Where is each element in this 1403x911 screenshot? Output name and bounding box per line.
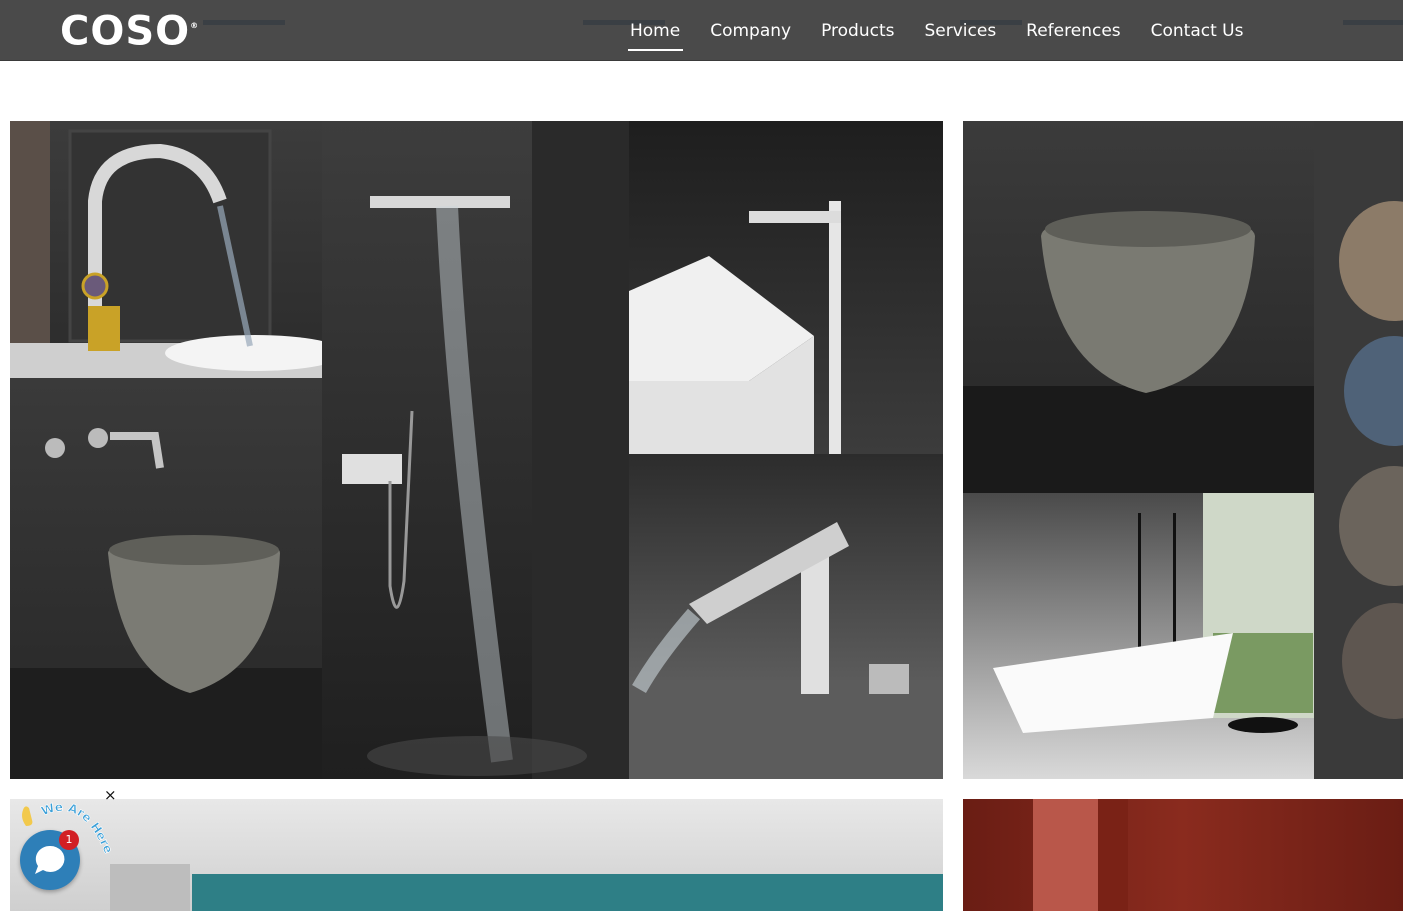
nav-contact-us[interactable]: Contact Us xyxy=(1136,0,1259,60)
nav-products[interactable]: Products xyxy=(806,0,909,60)
rain-shower-illustration xyxy=(342,121,629,779)
site-header: COSO® Home Company Products Services Ref… xyxy=(0,0,1403,61)
bowl-stack-photo xyxy=(1314,121,1403,779)
stone-basin-illustration xyxy=(10,428,322,779)
basin-faucet-photo xyxy=(10,121,322,378)
decor-bar xyxy=(203,20,285,25)
bowl-stack-illustration xyxy=(1339,201,1403,719)
decor-bar xyxy=(1343,20,1403,25)
red-interior-illustration xyxy=(1033,799,1128,911)
nav-home[interactable]: Home xyxy=(615,0,695,60)
chrome-faucet-illustration xyxy=(629,522,943,779)
rain-shower-photo xyxy=(322,121,629,779)
main-nav: Home Company Products Services Reference… xyxy=(615,0,1259,60)
red-interior-image[interactable] xyxy=(963,799,1403,911)
waving-hand-icon xyxy=(18,802,38,828)
vessel-collage-image[interactable] xyxy=(963,121,1403,779)
logo-text: COSO xyxy=(60,8,191,55)
teal-interior-illustration xyxy=(110,864,943,911)
faucet-collage-image[interactable] xyxy=(10,121,943,779)
freestanding-tub-illustration xyxy=(993,493,1314,733)
vessel-basin-illustration xyxy=(963,211,1314,493)
logo-mark: ® xyxy=(190,21,200,30)
freestanding-tub-photo xyxy=(963,493,1314,779)
vessel-basin-photo xyxy=(963,121,1314,493)
nav-references[interactable]: References xyxy=(1011,0,1135,60)
faucet-illustration xyxy=(10,121,322,378)
stone-basin-photo xyxy=(10,378,322,779)
chat-unread-badge: 1 xyxy=(59,830,79,850)
teal-interior-image[interactable] xyxy=(10,799,943,911)
square-basin-illustration xyxy=(629,201,841,454)
coso-logo[interactable]: COSO® xyxy=(60,8,200,51)
nav-company[interactable]: Company xyxy=(695,0,806,60)
square-basin-photo xyxy=(629,121,943,454)
chrome-faucet-photo xyxy=(629,454,943,779)
nav-services[interactable]: Services xyxy=(909,0,1011,60)
